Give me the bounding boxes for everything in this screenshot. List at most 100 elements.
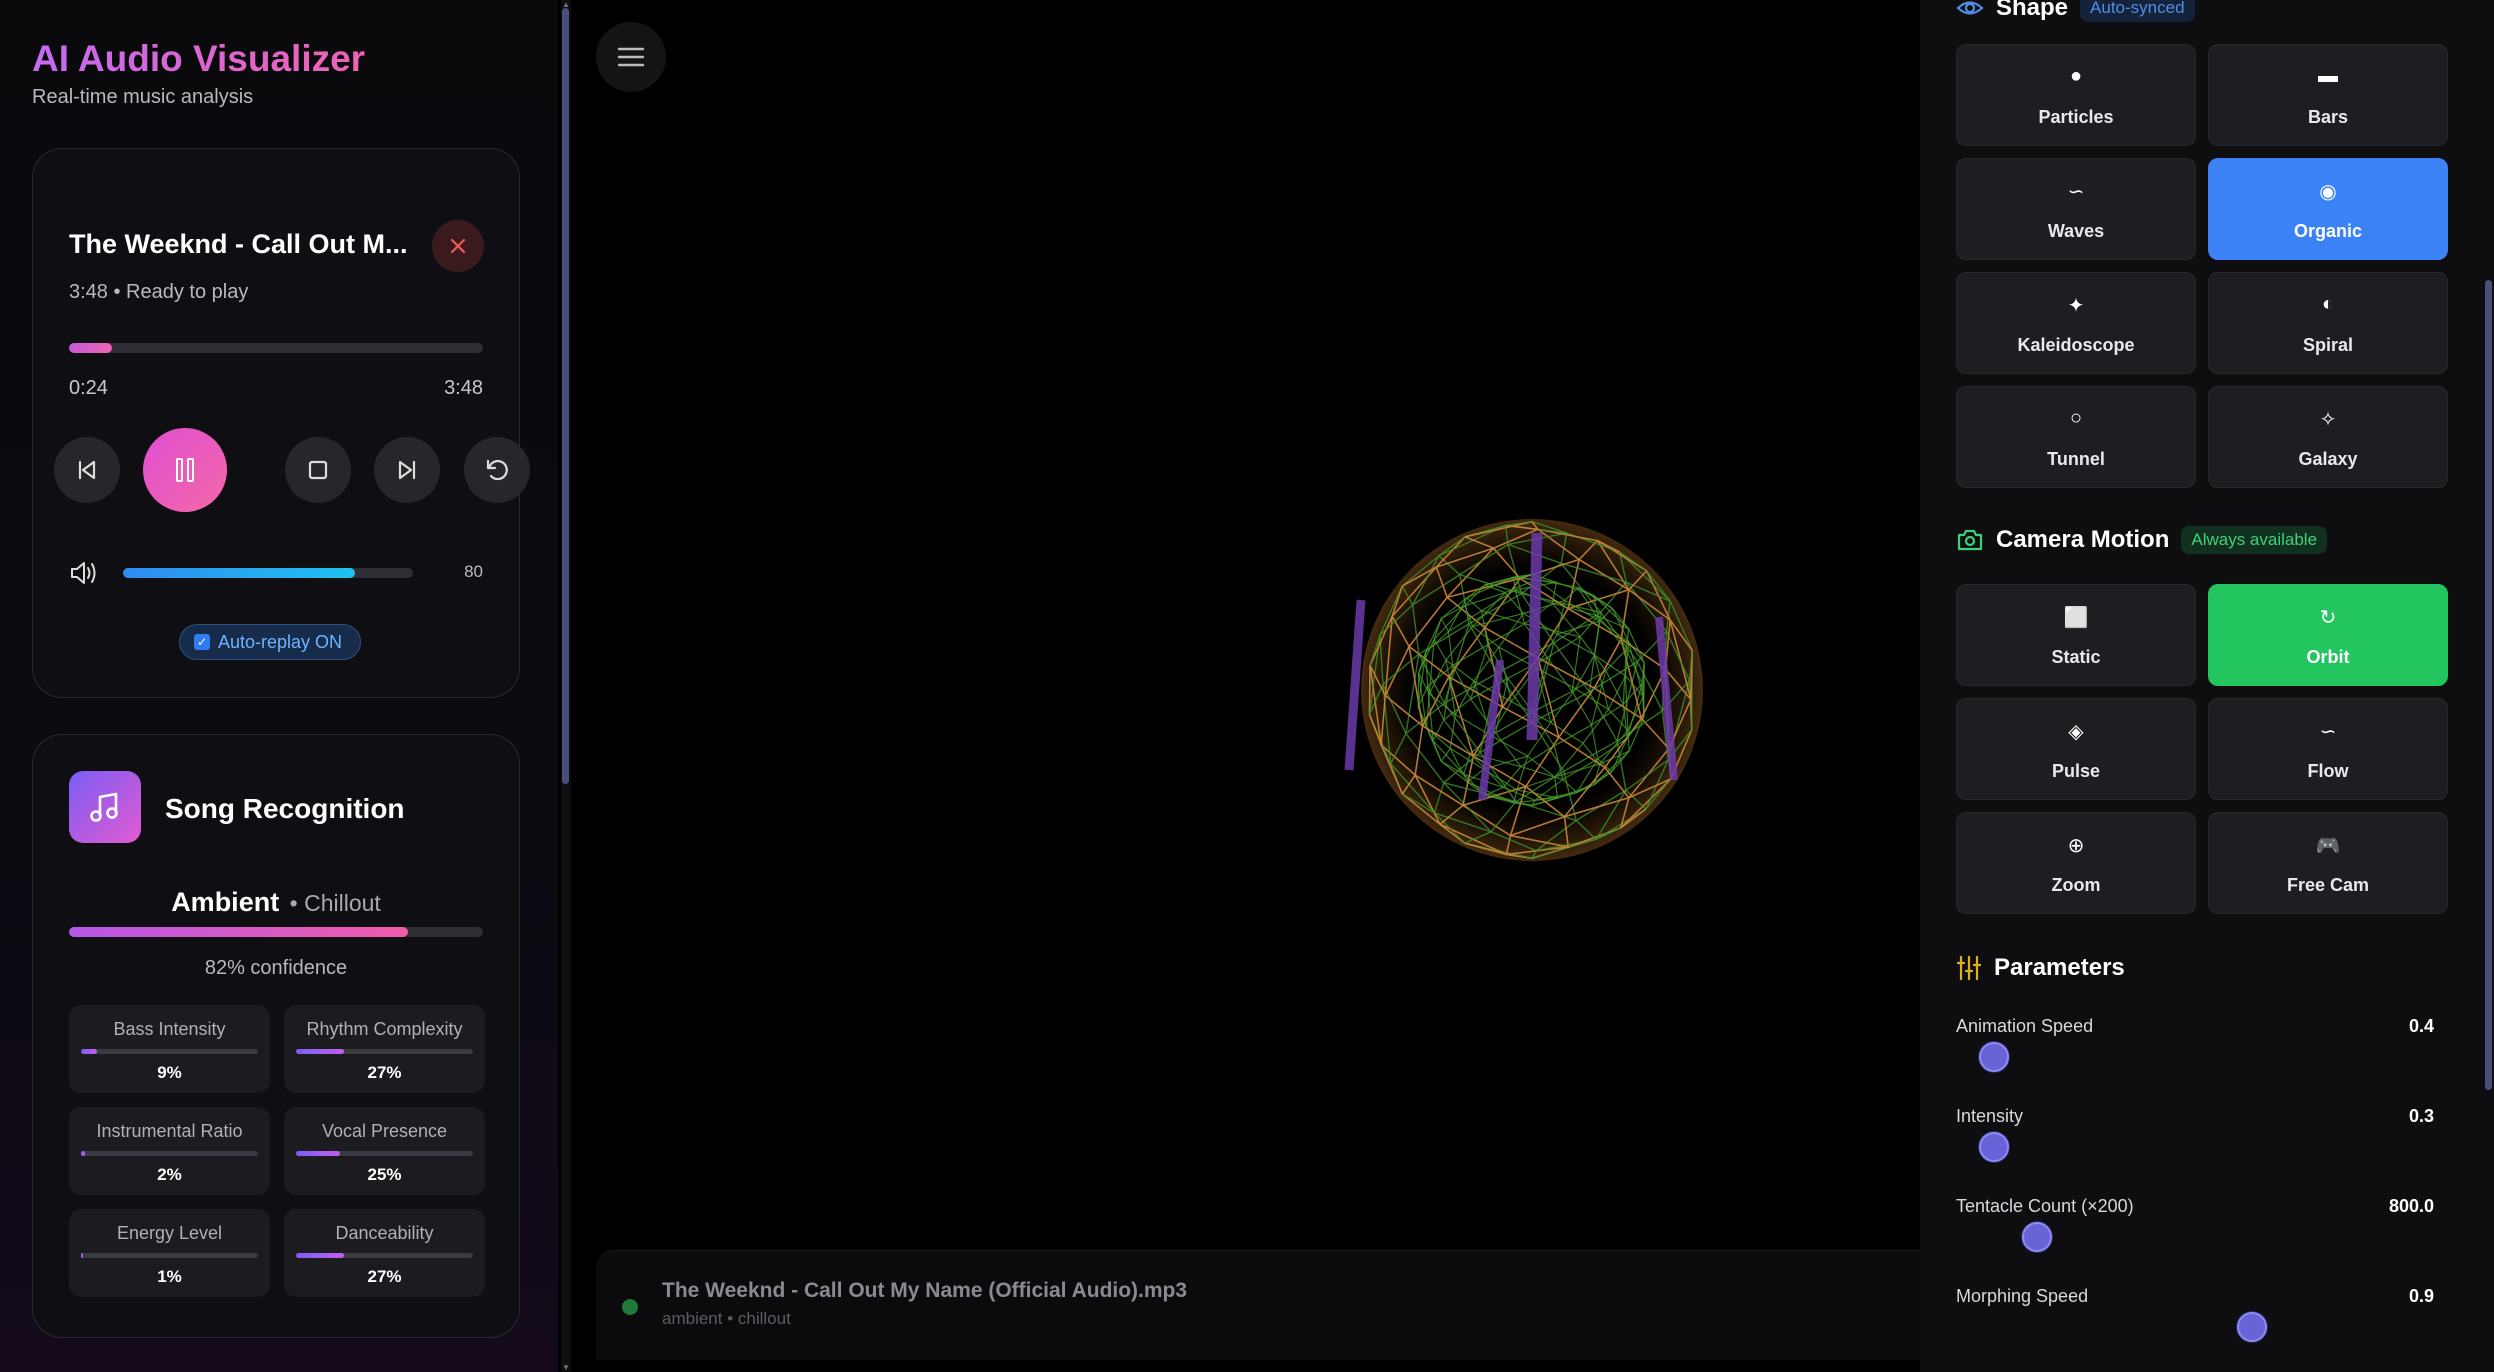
kaleidoscope-icon: ✦ [2067, 295, 2085, 317]
organic-icon: ◉ [2319, 181, 2337, 203]
recognition-title: Song Recognition [165, 793, 405, 824]
metric-value: 9% [157, 1063, 182, 1082]
camera-option-label: Orbit [2306, 647, 2350, 667]
camera-icon [1957, 529, 1983, 551]
particles-icon: ● [2069, 65, 2083, 87]
pause-button[interactable] [143, 428, 227, 512]
camera-option-free-cam[interactable]: 🎮 Free Cam [2208, 812, 2448, 914]
sidebar-scroll-thumb[interactable] [562, 8, 569, 784]
shape-option-label: Bars [2307, 107, 2349, 127]
always-available-badge: Always available [2181, 526, 2328, 554]
subgenre-label: • Chillout [289, 890, 381, 916]
panel-scrollbar[interactable] [2484, 0, 2494, 1372]
metric-bar [296, 1253, 473, 1258]
metric-value: 1% [157, 1267, 182, 1286]
parameter-label: Morphing Speed [1956, 1286, 2089, 1306]
scroll-down-icon[interactable]: ▼ [561, 1363, 571, 1372]
replay-icon [486, 459, 508, 481]
metric-card: Instrumental Ratio 2% [69, 1107, 270, 1195]
camera-option-label: Static [2051, 647, 2101, 667]
metric-value: 2% [157, 1165, 182, 1184]
camera-option-zoom[interactable]: ⊕ Zoom [1956, 812, 2196, 914]
confidence-bar [69, 927, 483, 937]
time-current: 0:24 [69, 377, 108, 399]
pause-icon [176, 458, 194, 482]
app-subtitle: Real-time music analysis [32, 86, 254, 108]
parameter-value: 800.0 [2388, 1196, 2434, 1216]
camera-option-orbit[interactable]: ↻ Orbit [2208, 584, 2448, 686]
shape-option-tunnel[interactable]: ○ Tunnel [1956, 386, 2196, 488]
metric-value: 27% [367, 1063, 402, 1082]
volume-slider[interactable] [123, 568, 413, 578]
shape-option-spiral[interactable]: ◐ Spiral [2208, 272, 2448, 374]
metric-fill [296, 1253, 344, 1258]
parameter-slider-thumb[interactable] [2022, 1222, 2052, 1252]
progress-bar[interactable] [69, 343, 483, 353]
sidebar-scrollbar[interactable]: ▲ ▼ [561, 0, 571, 1372]
metrics-grid: Bass Intensity 9% Rhythm Complexity 27% In… [69, 1005, 485, 1297]
music-note-icon [69, 771, 141, 843]
parameter-slider-thumb[interactable] [2237, 1312, 2267, 1342]
parameter-value: 0.4 [2408, 1016, 2434, 1036]
metric-card: Vocal Presence 25% [284, 1107, 485, 1195]
camera-option-pulse[interactable]: ◈ Pulse [1956, 698, 2196, 800]
metric-value: 27% [367, 1267, 402, 1286]
shape-option-organic[interactable]: ◉ Organic [2208, 158, 2448, 260]
close-track-button[interactable] [432, 220, 484, 272]
metric-bar [81, 1253, 258, 1258]
volume-fill [123, 568, 355, 578]
shape-option-bars[interactable]: ▬ Bars [2208, 44, 2448, 146]
skip-forward-icon [398, 460, 416, 480]
parameter-slider-thumb[interactable] [1979, 1132, 2009, 1162]
camera-title: Camera Motion [1996, 526, 2170, 553]
volume-value: 80 [464, 562, 483, 581]
track-meta: 3:48 • Ready to play [69, 281, 249, 303]
next-button[interactable] [374, 437, 440, 503]
parameter-value: 0.9 [2408, 1286, 2434, 1306]
shape-option-kaleidoscope[interactable]: ✦ Kaleidoscope [1956, 272, 2196, 374]
camera-option-flow[interactable]: ∽ Flow [2208, 698, 2448, 800]
metric-fill [296, 1049, 344, 1054]
confidence-text: 82% confidence [204, 957, 348, 979]
genre-row: Ambient • Chillout [33, 887, 519, 918]
auto-replay-label: Auto-replay ON [218, 631, 343, 652]
camera-option-static[interactable]: ⬜ Static [1956, 584, 2196, 686]
metric-card: Bass Intensity 9% [69, 1005, 270, 1093]
metric-fill [296, 1151, 341, 1156]
shape-option-waves[interactable]: ∽ Waves [1956, 158, 2196, 260]
metric-card: Rhythm Complexity 27% [284, 1005, 485, 1093]
time-total: 3:48 [444, 377, 483, 399]
camera-option-label: Zoom [2051, 875, 2101, 895]
metric-card: Energy Level 1% [69, 1209, 270, 1297]
replay-button[interactable] [464, 437, 530, 503]
menu-button[interactable] [596, 22, 666, 92]
checkbox-icon: ✓ [194, 634, 210, 650]
settings-panel: Shape Auto-synced ● Particles ▬ Bars ∽ Wav… [1920, 0, 2494, 1372]
auto-replay-toggle[interactable]: ✓ Auto-replay ON [179, 624, 362, 660]
metric-fill [81, 1253, 83, 1258]
status-dot [622, 1299, 638, 1315]
volume-icon[interactable] [69, 559, 99, 592]
metric-label: Danceability [335, 1223, 434, 1243]
panel-scroll-thumb[interactable] [2485, 280, 2492, 1090]
now-playing-file: The Weeknd - Call Out My Name (Official … [662, 1279, 1188, 1302]
shape-option-label: Spiral [2302, 335, 2354, 355]
previous-button[interactable] [54, 437, 120, 503]
organic-visualization [1344, 519, 1703, 861]
metric-value: 25% [367, 1165, 402, 1184]
stop-button[interactable] [285, 437, 351, 503]
parameter-slider-thumb[interactable] [1979, 1042, 2009, 1072]
tunnel-icon: ○ [2069, 407, 2083, 429]
shape-option-label: Kaleidoscope [2017, 335, 2135, 355]
now-playing-tags: ambient • chillout [662, 1309, 791, 1328]
shape-option-galaxy[interactable]: ✧ Galaxy [2208, 386, 2448, 488]
progress-fill [69, 343, 113, 353]
parameter-label: Animation Speed [1956, 1016, 2094, 1036]
now-playing-bar: The Weeknd - Call Out My Name (Official … [596, 1250, 1920, 1360]
parameters-title: Parameters [1994, 954, 2125, 981]
shape-option-particles[interactable]: ● Particles [1956, 44, 2196, 146]
visualizer-stage[interactable]: The Weeknd - Call Out My Name (Official … [572, 0, 1920, 1372]
metric-bar [81, 1151, 258, 1156]
sidebar: AI Audio Visualizer Real-time music anal… [0, 0, 558, 1372]
auto-synced-badge: Auto-synced [2080, 0, 2195, 22]
